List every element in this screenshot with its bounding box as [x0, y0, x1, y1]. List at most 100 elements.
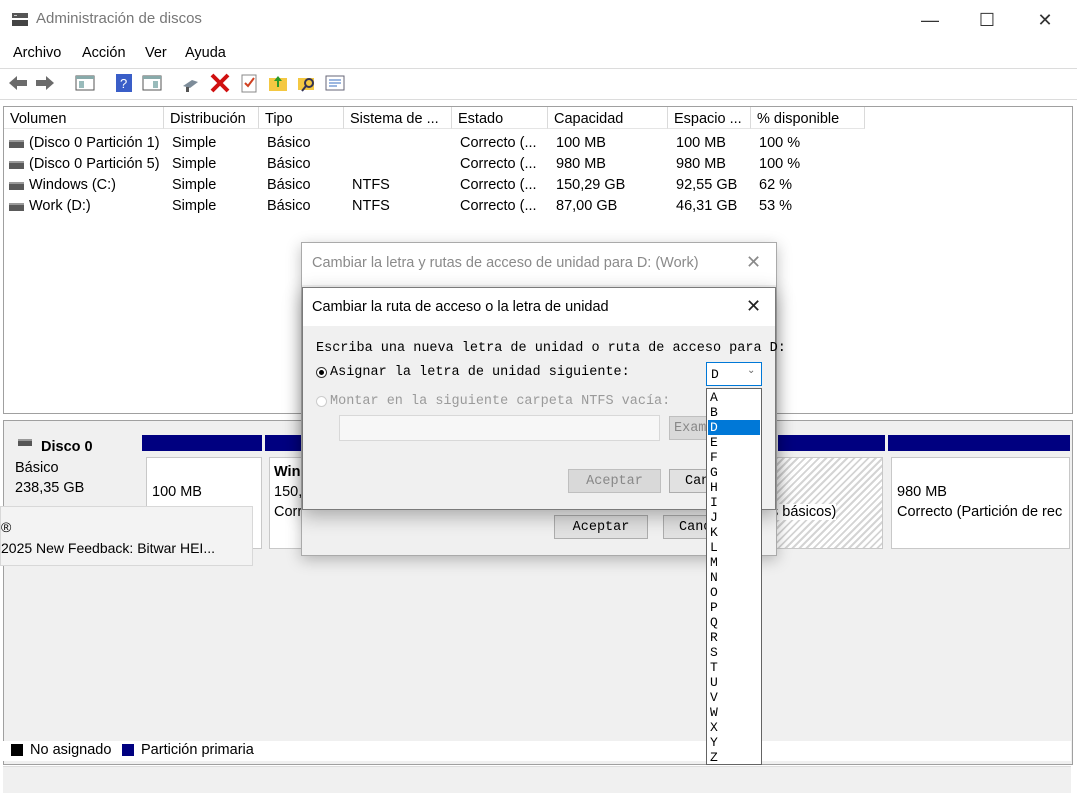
column-header-sistema[interactable]: Sistema de ...: [344, 107, 452, 129]
change-letter-dialog-header: Cambiar la letra y rutas de acceso de un…: [302, 243, 776, 285]
table-cell: Correcto (...: [460, 177, 537, 193]
svg-text:?: ?: [120, 76, 127, 91]
table-cell: 100 MB: [676, 135, 726, 151]
table-row[interactable]: (Disco 0 Partición 5) Simple Básico Correct…: [4, 154, 1070, 175]
drive-letter-option[interactable]: X: [708, 720, 760, 735]
legend: No asignado Partición primaria: [3, 741, 1071, 761]
minimize-button[interactable]: —: [907, 4, 953, 36]
table-cell: 980 MB: [556, 156, 606, 172]
partition-4-status: Correcto (Partición de rec: [897, 504, 1063, 520]
search-folder-icon[interactable]: [296, 72, 318, 94]
drive-letter-list[interactable]: ABDEFGHIJKLMNOPQRSTUVWXYZ: [706, 388, 762, 765]
radio-mount-folder[interactable]: [316, 396, 327, 407]
back-accept-button[interactable]: Aceptar: [554, 515, 648, 539]
table-row[interactable]: Work (D:) Simple Básico NTFS Correcto (... 87…: [4, 196, 1070, 217]
column-header-distribucion[interactable]: Distribución: [164, 107, 259, 129]
forward-arrow-icon[interactable]: [34, 72, 56, 94]
partition-4[interactable]: 980 MB Correcto (Partición de rec: [891, 457, 1070, 549]
drive-letter-option[interactable]: G: [708, 465, 760, 480]
drive-letter-option[interactable]: O: [708, 585, 760, 600]
drive-letter-option[interactable]: T: [708, 660, 760, 675]
folder-path-input[interactable]: [339, 415, 660, 441]
partition-1-size: 100 MB: [152, 484, 202, 500]
notification-text: 2025 New Feedback: Bitwar HEI...: [1, 540, 215, 556]
table-row[interactable]: (Disco 0 Partición 1) Simple Básico Correct…: [4, 133, 1070, 154]
table-cell: Windows (C:): [29, 177, 117, 193]
column-header-espacio[interactable]: Espacio ...: [668, 107, 751, 129]
table-cell: Básico: [267, 156, 311, 172]
menu-ver[interactable]: Ver: [145, 45, 167, 61]
menu-ayuda[interactable]: Ayuda: [185, 45, 226, 61]
drive-letter-option[interactable]: I: [708, 495, 760, 510]
table-cell: Correcto (...: [460, 156, 537, 172]
table-cell: 92,55 GB: [676, 177, 738, 193]
drive-letter-option[interactable]: Y: [708, 735, 760, 750]
selected-drive-letter: D: [711, 367, 719, 382]
close-button[interactable]: ✕: [1022, 4, 1068, 36]
column-header-volumen[interactable]: Volumen: [4, 107, 164, 129]
column-header-disponible[interactable]: % disponible: [751, 107, 865, 129]
table-cell: Básico: [267, 135, 311, 151]
menu-archivo[interactable]: Archivo: [13, 45, 61, 61]
drive-letter-option[interactable]: K: [708, 525, 760, 540]
table-cell: NTFS: [352, 177, 390, 193]
drive-letter-option[interactable]: B: [708, 405, 760, 420]
drive-letter-option[interactable]: D: [708, 420, 760, 435]
partition-3[interactable]: s básicos): [770, 457, 883, 549]
menu-bar: Archivo Acción Ver Ayuda: [0, 42, 1077, 66]
drive-letter-option[interactable]: P: [708, 600, 760, 615]
disk-management-icon: [11, 10, 29, 28]
cancel-button[interactable]: Can: [669, 469, 709, 493]
drive-letter-option[interactable]: L: [708, 540, 760, 555]
drive-letter-option[interactable]: M: [708, 555, 760, 570]
disk-icon: [18, 439, 32, 446]
notification-symbol: ®: [1, 519, 12, 535]
maximize-button[interactable]: ☐: [964, 4, 1010, 36]
table-cell: NTFS: [352, 198, 390, 214]
column-header-tipo[interactable]: Tipo: [259, 107, 344, 129]
partition-2-name: Win: [274, 464, 301, 480]
help-icon[interactable]: ?: [113, 72, 135, 94]
drive-letter-option[interactable]: Z: [708, 750, 760, 765]
accept-button[interactable]: Aceptar: [568, 469, 661, 493]
close-icon[interactable]: ✕: [746, 296, 761, 317]
notification-popup[interactable]: ® 2025 New Feedback: Bitwar HEI...: [0, 506, 253, 566]
drive-letter-option[interactable]: H: [708, 480, 760, 495]
drive-letter-option[interactable]: F: [708, 450, 760, 465]
drive-letter-option[interactable]: Q: [708, 615, 760, 630]
toolbar: ?: [0, 68, 1077, 100]
drive-letter-option[interactable]: S: [708, 645, 760, 660]
table-cell: 150,29 GB: [556, 177, 626, 193]
column-header-estado[interactable]: Estado: [452, 107, 548, 129]
partition-3-status: s básicos): [771, 504, 837, 520]
drive-letter-option[interactable]: N: [708, 570, 760, 585]
table-row[interactable]: Windows (C:) Simple Básico NTFS Correcto (..…: [4, 175, 1070, 196]
partition-4-bar: [888, 435, 1070, 451]
table-cell: Work (D:): [29, 198, 91, 214]
change-path-dialog-title: Cambiar la ruta de acceso o la letra de …: [312, 299, 609, 315]
drive-letter-option[interactable]: W: [708, 705, 760, 720]
drive-letter-option[interactable]: U: [708, 675, 760, 690]
properties-pane-icon[interactable]: [141, 72, 163, 94]
connect-icon[interactable]: [180, 72, 202, 94]
back-arrow-icon[interactable]: [7, 72, 29, 94]
radio-mount-label: Montar en la siguiente carpeta NTFS vací…: [330, 394, 671, 409]
drive-letter-option[interactable]: E: [708, 435, 760, 450]
browse-button[interactable]: Exam: [669, 416, 709, 440]
drive-letter-option[interactable]: J: [708, 510, 760, 525]
drive-letter-option[interactable]: A: [708, 390, 760, 405]
check-icon[interactable]: [238, 72, 260, 94]
folder-up-icon[interactable]: [267, 72, 289, 94]
close-icon[interactable]: ✕: [746, 252, 761, 273]
show-pane-icon[interactable]: [74, 72, 96, 94]
menu-accion[interactable]: Acción: [82, 45, 126, 61]
change-letter-dialog-title: Cambiar la letra y rutas de acceso de un…: [312, 255, 699, 271]
drive-letter-select[interactable]: D ⌄: [706, 362, 762, 386]
list-view-icon[interactable]: [324, 72, 346, 94]
drive-letter-option[interactable]: V: [708, 690, 760, 705]
drive-letter-option[interactable]: R: [708, 630, 760, 645]
column-header-capacidad[interactable]: Capacidad: [548, 107, 668, 129]
radio-assign-letter[interactable]: [316, 367, 327, 378]
delete-icon[interactable]: [209, 72, 231, 94]
legend-primary-swatch: [122, 744, 134, 756]
